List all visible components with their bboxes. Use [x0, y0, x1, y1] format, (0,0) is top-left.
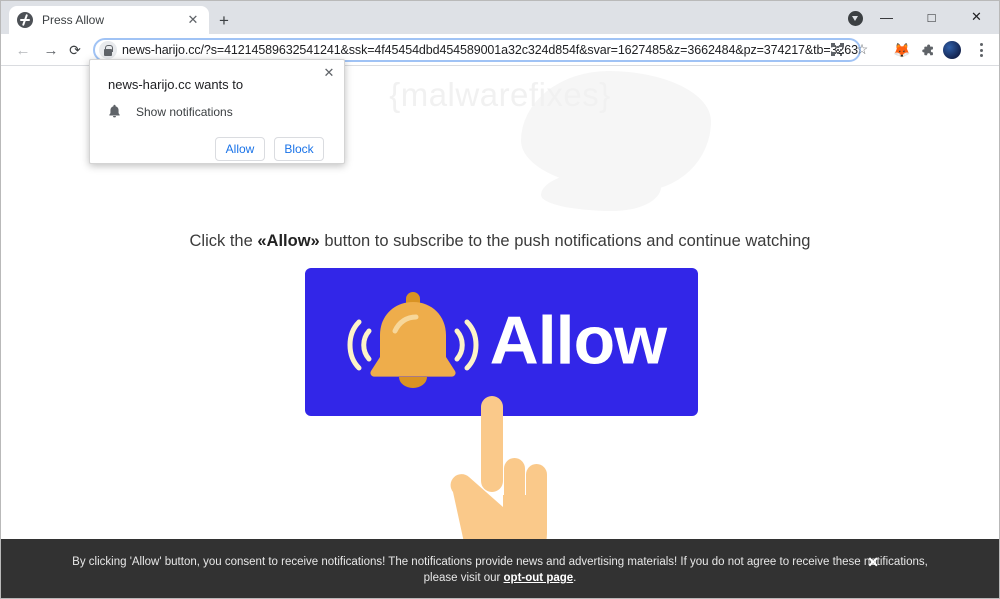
download-circle-icon[interactable] — [848, 11, 863, 26]
notification-permission-popup: ✕ news-harijo.cc wants to Show notificat… — [89, 59, 345, 164]
maximize-button[interactable]: □ — [909, 1, 954, 33]
tab-title: Press Allow — [42, 13, 105, 27]
extensions-puzzle-icon[interactable] — [916, 39, 938, 61]
consent-line-2-prefix: please visit our — [423, 572, 504, 584]
qr-code-icon[interactable] — [826, 38, 848, 60]
close-window-button[interactable]: ✕ — [954, 1, 999, 33]
url-text: news-harijo.cc/?s=41214589632541241&ssk=… — [122, 43, 858, 57]
allow-banner-label: Allow — [489, 302, 667, 379]
consent-close-button[interactable]: ✕ — [867, 554, 879, 571]
tab-close-icon[interactable]: ✕ — [185, 12, 201, 28]
consent-clipped-row — [1, 591, 999, 598]
opt-out-link[interactable]: opt-out page — [504, 572, 574, 584]
consent-banner: By clicking 'Allow' button, you consent … — [1, 539, 999, 598]
reload-button[interactable]: ⟳ — [63, 38, 87, 62]
popup-close-icon[interactable]: ✕ — [320, 64, 338, 82]
headline-prefix: Click the — [189, 232, 258, 250]
consent-line-1: By clicking 'Allow' button, you consent … — [72, 556, 928, 568]
headline-suffix: button to subscribe to the push notifica… — [319, 232, 811, 250]
consent-text: By clicking 'Allow' button, you consent … — [61, 554, 939, 586]
page-headline: Click the «Allow» button to subscribe to… — [1, 232, 999, 251]
popup-allow-button[interactable]: Allow — [215, 137, 265, 161]
popup-block-button[interactable]: Block — [274, 137, 324, 161]
browser-window: Press Allow ✕ + — □ ✕ ← → ⟳ news-harijo.… — [0, 0, 1000, 599]
minimize-button[interactable]: — — [864, 1, 909, 33]
title-bar: Press Allow ✕ + — □ ✕ — [1, 1, 999, 34]
browser-tab[interactable]: Press Allow ✕ — [9, 6, 209, 34]
new-tab-button[interactable]: + — [213, 10, 235, 32]
bookmark-star-icon[interactable]: ☆ — [851, 38, 873, 60]
popup-title: news-harijo.cc wants to — [108, 77, 244, 92]
forward-button[interactable]: → — [39, 38, 63, 62]
three-dot-menu-icon[interactable] — [971, 39, 991, 61]
bell-icon — [108, 104, 124, 120]
metamask-fox-icon[interactable]: 🦊 — [891, 39, 913, 61]
watermark-blob-secondary — [541, 171, 661, 211]
headline-emphasis: «Allow» — [257, 232, 320, 250]
consent-line-2-suffix: . — [573, 572, 577, 584]
globe-favicon-icon — [17, 12, 33, 28]
ringing-bell-icon — [333, 284, 493, 402]
allow-banner[interactable]: Allow — [305, 268, 698, 416]
popup-permission-label: Show notifications — [136, 105, 233, 119]
back-button[interactable]: ← — [11, 38, 35, 62]
lock-icon[interactable] — [99, 41, 117, 59]
profile-avatar[interactable] — [941, 39, 963, 61]
